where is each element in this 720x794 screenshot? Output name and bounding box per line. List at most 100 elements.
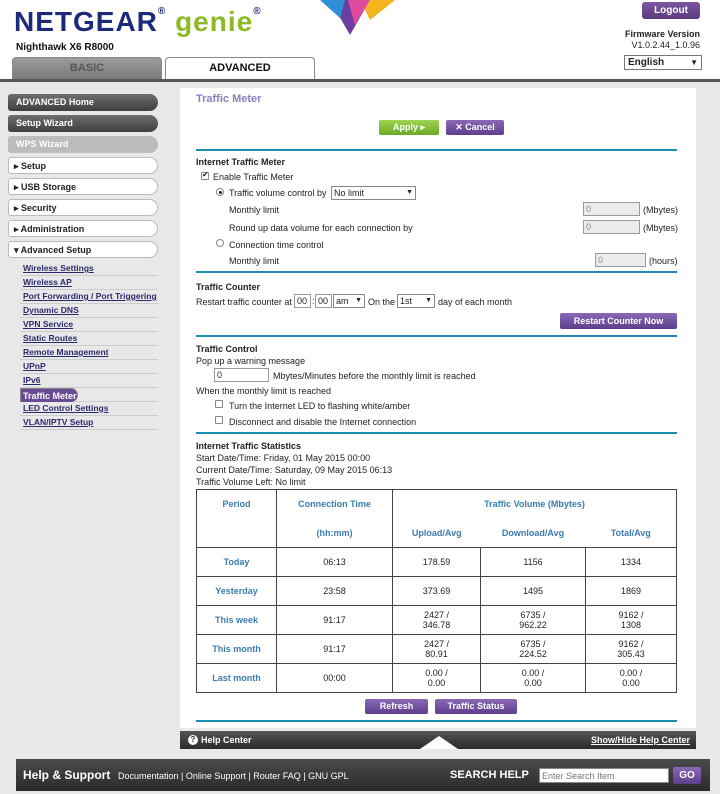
search-go-button[interactable]: GO [673,767,701,784]
refresh-button[interactable]: Refresh [365,699,428,714]
gnu-gpl-link[interactable]: GNU GPL [308,771,349,781]
divider [196,335,677,337]
sidebar-item-wireless-settings[interactable]: Wireless Settings [20,262,158,276]
sidebar-item-port-forwarding[interactable]: Port Forwarding / Port Triggering [20,290,158,304]
cancel-button[interactable]: ✕ Cancel [446,120,504,135]
chevron-down-icon: ▼ [355,297,362,304]
volume-control-select[interactable]: No limit ▼ [331,186,416,200]
main-panel: Traffic Meter Apply ▸ ✕ Cancel Internet … [180,88,696,728]
chevron-down-icon: ▼ [425,297,432,304]
on-the-label: On the [368,297,396,307]
current-datetime: Current Date/Time: Saturday, 09 May 2015… [196,465,393,475]
help-center-bar: ? Help Center Show/Hide Help Center [180,731,696,749]
sidebar-item-ipv6[interactable]: IPv6 [20,374,158,388]
sidebar-item-vpn-service[interactable]: VPN Service [20,318,158,332]
monthly-limit-input[interactable]: 0 [583,202,640,216]
sidebar-item-traffic-meter[interactable]: Traffic Meter [20,388,78,402]
col-upload: Upload/Avg [392,518,481,548]
online-support-link[interactable]: Online Support [186,771,246,781]
divider [196,432,677,434]
disconnect-label: Disconnect and disable the Internet conn… [229,417,417,427]
tab-advanced[interactable]: ADVANCED [165,57,315,79]
help-center-label[interactable]: Help Center [201,735,252,745]
col-traffic-volume: Traffic Volume (Mbytes) [392,489,677,519]
roundup-input[interactable]: 0 [583,220,640,234]
sidebar-usb-storage[interactable]: ▸ USB Storage [8,178,158,195]
decorative-shapes [320,0,395,35]
page-title: Traffic Meter [196,93,262,105]
volume-control-radio[interactable] [216,188,224,196]
divider [196,720,677,722]
table-row: Today 06:13 178.59 1156 1334 [196,547,677,577]
disconnect-checkbox[interactable] [215,416,223,424]
connection-time-label: Connection time control [229,240,324,250]
netgear-logo: NETGEAR® genie® [14,6,262,37]
table-row: Last month 00:00 0.00 /0.00 0.00 /0.00 0… [196,663,677,693]
sidebar-wps-wizard[interactable]: WPS Wizard [8,136,158,153]
ampm-select[interactable]: am ▼ [333,294,365,308]
language-select[interactable]: English ▼ [624,55,702,70]
sidebar-item-led-control[interactable]: LED Control Settings [20,402,158,416]
router-faq-link[interactable]: Router FAQ [253,771,301,781]
restart-hour-input[interactable]: 00 [294,294,311,308]
monthly-limit-hours-input[interactable]: 0 [595,253,646,267]
connection-time-radio[interactable] [216,239,224,247]
search-help-label: SEARCH HELP [450,769,529,781]
logout-button[interactable]: Logout [642,2,700,19]
hours-unit: (hours) [649,256,678,266]
col-connection-unit: (hh:mm) [276,518,393,548]
day-select[interactable]: 1st ▼ [397,294,435,308]
advanced-setup-submenu: Wireless Settings Wireless AP Port Forwa… [20,262,158,430]
model-name: Nighthawk X6 R8000 [16,42,114,53]
limit-reached-label: When the monthly limit is reached [196,386,332,396]
col-connection-time: Connection Time [276,489,393,519]
table-row: This week 91:17 2427 /346.78 6735 /962.2… [196,605,677,635]
table-row: Yesterday 23:58 373.69 1495 1869 [196,576,677,606]
sidebar-administration[interactable]: ▸ Administration [8,220,158,237]
mbytes-unit: (Mbytes) [643,205,679,215]
popup-warning-suffix: Mbytes/Minutes before the monthly limit … [273,371,476,381]
sidebar-setup-wizard[interactable]: Setup Wizard [8,115,158,132]
section-traffic-counter: Traffic Counter [196,282,261,292]
sidebar-item-wireless-ap[interactable]: Wireless AP [20,276,158,290]
divider [196,149,677,151]
sidebar-item-dynamic-dns[interactable]: Dynamic DNS [20,304,158,318]
search-input[interactable] [539,768,669,783]
sidebar-advanced-home[interactable]: ADVANCED Home [8,94,158,111]
firmware-version: V1.0.2.44_1.0.96 [631,40,700,50]
mbytes-unit: (Mbytes) [643,223,679,233]
popup-warning-label: Pop up a warning message [196,356,306,366]
traffic-status-button[interactable]: Traffic Status [435,699,517,714]
table-row: This month 91:17 2427 /80.91 6735 /224.5… [196,634,677,664]
day-suffix-label: day of each month [438,297,513,307]
sidebar-item-upnp[interactable]: UPnP [20,360,158,374]
sidebar-setup[interactable]: ▸ Setup [8,157,158,174]
col-download: Download/Avg [480,518,586,548]
apply-button[interactable]: Apply ▸ [379,120,439,135]
sidebar-security[interactable]: ▸ Security [8,199,158,216]
documentation-link[interactable]: Documentation [118,771,179,781]
sidebar-item-static-routes[interactable]: Static Routes [20,332,158,346]
divider [196,271,677,273]
firmware-label: Firmware Version [624,29,700,39]
section-traffic-control: Traffic Control [196,344,258,354]
restart-counter-button[interactable]: Restart Counter Now [560,313,677,329]
restart-counter-label: Restart traffic counter at [196,297,292,307]
section-internet-traffic-meter: Internet Traffic Meter [196,157,286,167]
section-traffic-statistics: Internet Traffic Statistics [196,441,302,451]
sidebar-advanced-setup[interactable]: ▾ Advanced Setup [8,241,158,258]
led-flash-checkbox[interactable] [215,400,223,408]
traffic-statistics-table: Period Connection Time Traffic Volume (M… [196,489,677,693]
triangle-up-icon[interactable] [420,736,458,749]
chevron-down-icon: ▼ [690,58,698,67]
sidebar-item-remote-management[interactable]: Remote Management [20,346,158,360]
enable-traffic-meter-checkbox[interactable] [201,170,209,180]
start-datetime: Start Date/Time: Friday, 01 May 2015 00:… [196,453,371,463]
sidebar: ADVANCED Home Setup Wizard WPS Wizard ▸ … [8,94,158,430]
restart-minute-input[interactable]: 00 [315,294,332,308]
question-icon: ? [188,735,198,745]
sidebar-item-vlan-iptv[interactable]: VLAN/IPTV Setup [20,416,158,430]
show-hide-help-link[interactable]: Show/Hide Help Center [591,735,690,745]
popup-warning-input[interactable]: 0 [214,368,269,382]
tab-basic[interactable]: BASIC [12,57,162,79]
